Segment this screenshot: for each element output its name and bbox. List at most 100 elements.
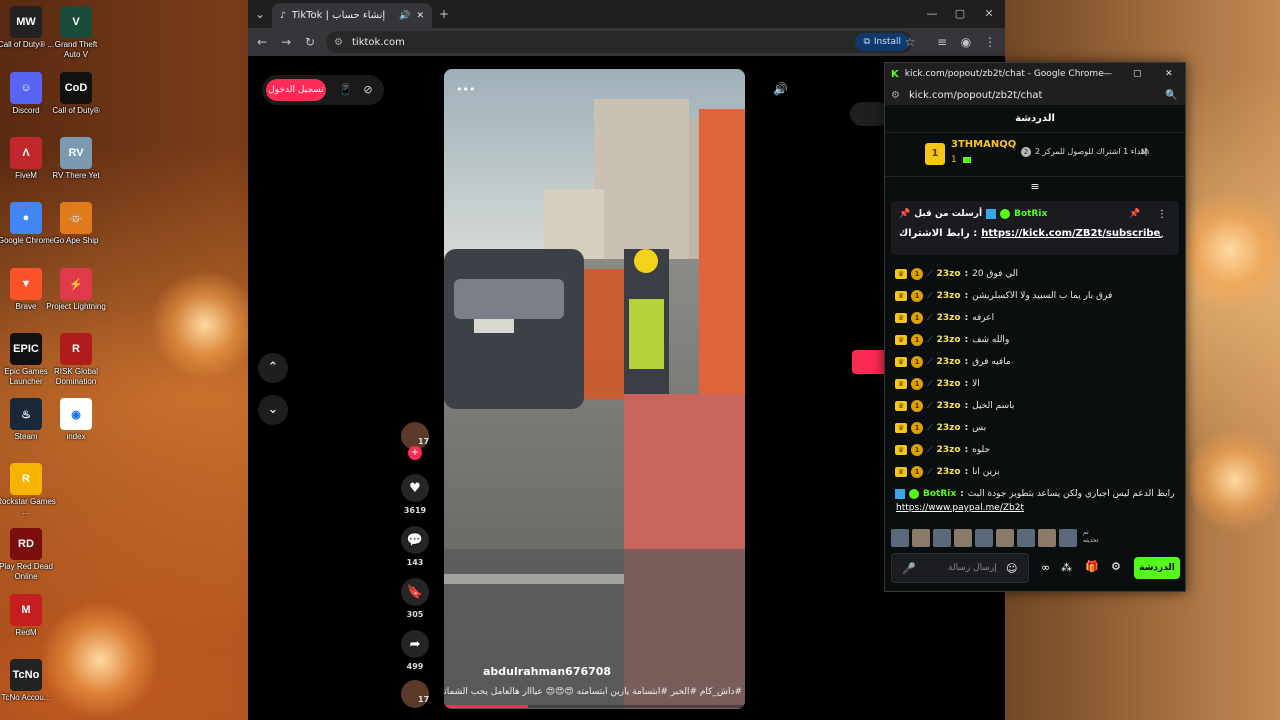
leader-name[interactable]: 3THMANQQ bbox=[951, 139, 1016, 150]
desktop-icon[interactable]: RD Play Red Dead Online bbox=[0, 528, 56, 582]
video-player[interactable]: ••• abdulrahman676708 #داش_كام #الخبر #ا… bbox=[444, 69, 745, 709]
chat-username[interactable]: 23zo bbox=[937, 335, 961, 345]
app-icon: ♨ bbox=[10, 398, 42, 430]
video-username[interactable]: abdulrahman676708 bbox=[483, 665, 611, 678]
pinned-user[interactable]: BotRix bbox=[1014, 209, 1047, 219]
back-icon[interactable]: ← bbox=[254, 34, 270, 50]
desktop-icon[interactable]: R RISK Global Domination bbox=[46, 333, 106, 387]
comment-action[interactable]: 💬 143 bbox=[400, 526, 430, 567]
next-creator-avatar[interactable]: 17 bbox=[400, 680, 430, 712]
chat-send-button[interactable]: الدردشة bbox=[1134, 557, 1180, 579]
creator-avatar[interactable]: 17 + bbox=[400, 422, 430, 460]
chat-message-input[interactable]: 🎤 إرسال رسالة ☺ bbox=[891, 553, 1029, 583]
desktop-icon[interactable]: V Grand Theft Auto V bbox=[46, 6, 106, 60]
follow-plus-icon[interactable]: + bbox=[408, 446, 422, 460]
chat-username[interactable]: 23zo bbox=[937, 467, 961, 477]
desktop-icon[interactable]: RV RV There Yet bbox=[46, 137, 106, 181]
next-video-button[interactable]: ⌄ bbox=[258, 395, 288, 425]
viewer-avatar[interactable] bbox=[933, 529, 951, 547]
close-button[interactable]: ✕ bbox=[975, 4, 1003, 24]
chat-username[interactable]: 23zo bbox=[937, 291, 961, 301]
expand-chevron-icon[interactable]: ⌄ bbox=[1157, 230, 1165, 241]
desktop-icon[interactable]: ◉ index bbox=[46, 398, 106, 442]
tab-search-icon[interactable]: ⌄ bbox=[252, 6, 268, 22]
bot-link[interactable]: https://www.paypal.me/Zb2t bbox=[896, 503, 1024, 513]
compass-icon[interactable]: ⊘ bbox=[360, 82, 376, 98]
menu-icon[interactable]: ⋮ bbox=[982, 34, 998, 50]
share-action[interactable]: ➦ 499 bbox=[400, 630, 430, 671]
video-more-icon[interactable]: ••• bbox=[456, 83, 475, 96]
settings-gear-icon[interactable]: ⚙ bbox=[1111, 560, 1121, 573]
login-button[interactable]: تسجيل الدخول bbox=[266, 79, 326, 101]
previous-video-button[interactable]: ⌃ bbox=[258, 353, 288, 383]
filter-icon[interactable]: ≡ bbox=[1028, 181, 1042, 193]
chat-text: بزين انا bbox=[972, 467, 1000, 477]
unpin-icon[interactable]: 📌 bbox=[1129, 209, 1140, 219]
mic-icon[interactable]: 🎤 bbox=[902, 562, 916, 575]
viewer-avatar[interactable] bbox=[996, 529, 1014, 547]
profile-icon[interactable]: ◉ bbox=[958, 34, 974, 50]
viewer-avatar[interactable] bbox=[912, 529, 930, 547]
tab-close-icon[interactable]: ✕ bbox=[416, 11, 424, 21]
shapes-icon[interactable]: ⁂ bbox=[1061, 561, 1072, 574]
tab-tiktok[interactable]: ♪ TikTok | إنشاء حساب 🔊 ✕ bbox=[272, 3, 432, 28]
kick-maximize-button[interactable]: ▢ bbox=[1133, 69, 1142, 79]
kick-minimize-button[interactable]: — bbox=[1103, 69, 1112, 79]
heart-icon[interactable]: ♥ bbox=[401, 474, 429, 502]
chat-username[interactable]: 23zo bbox=[937, 269, 961, 279]
signup-partial-button[interactable] bbox=[852, 350, 888, 374]
viewer-avatar[interactable] bbox=[975, 529, 993, 547]
kick-zoom-icon[interactable]: 🔍 bbox=[1165, 90, 1177, 101]
kick-close-button[interactable]: ✕ bbox=[1165, 69, 1173, 79]
infinity-icon[interactable]: ∞ bbox=[1041, 561, 1050, 574]
pinned-menu-icon[interactable]: ⋮ bbox=[1157, 209, 1167, 220]
viewer-avatar[interactable] bbox=[1017, 529, 1035, 547]
desktop-icon[interactable]: CoD Call of Duty® bbox=[46, 72, 106, 116]
app-icon: ● bbox=[10, 202, 42, 234]
save-action[interactable]: 🔖 305 bbox=[400, 578, 430, 619]
video-progress-track[interactable] bbox=[444, 705, 745, 708]
chat-text: حلوه bbox=[972, 445, 991, 455]
minimize-button[interactable]: — bbox=[918, 4, 946, 24]
desktop-icon[interactable]: ⚡ Project Lightning bbox=[46, 268, 106, 312]
gift-box-icon[interactable]: 🎁 bbox=[1085, 560, 1099, 573]
chat-username[interactable]: 23zo bbox=[937, 379, 961, 389]
tab-audio-icon[interactable]: 🔊 bbox=[399, 11, 410, 21]
share-icon[interactable]: ➦ bbox=[401, 630, 429, 658]
desktop-icon-label: RISK Global Domination bbox=[53, 367, 99, 386]
app-icon: R bbox=[60, 333, 92, 365]
site-info-icon[interactable]: ⚙ bbox=[334, 37, 343, 48]
kick-address-bar[interactable]: ⚙ kick.com/popout/zb2t/chat 🔍 bbox=[885, 85, 1185, 105]
viewer-avatar[interactable] bbox=[954, 529, 972, 547]
viewer-avatar[interactable] bbox=[891, 529, 909, 547]
chat-username[interactable]: 23zo bbox=[937, 401, 961, 411]
chat-username[interactable]: 23zo bbox=[937, 357, 961, 367]
desktop-icon[interactable]: R Rockstar Games ... bbox=[0, 463, 56, 517]
media-control-icon[interactable]: ≡ bbox=[934, 34, 950, 50]
bot-colon: : bbox=[960, 489, 964, 499]
chat-colon: : bbox=[964, 313, 969, 323]
new-tab-button[interactable]: + bbox=[436, 6, 452, 22]
comment-icon[interactable]: 💬 bbox=[401, 526, 429, 554]
bookmark-star-icon[interactable]: ☆ bbox=[902, 34, 918, 50]
viewer-avatar[interactable] bbox=[1059, 529, 1077, 547]
maximize-button[interactable]: ▢ bbox=[946, 4, 974, 24]
bookmark-icon[interactable]: 🔖 bbox=[401, 578, 429, 606]
reload-icon[interactable]: ↻ bbox=[302, 34, 318, 50]
chat-username[interactable]: 23zo bbox=[937, 445, 961, 455]
address-bar[interactable]: ⚙ tiktok.com ⧉ Install bbox=[326, 31, 913, 53]
chat-username[interactable]: 23zo bbox=[937, 313, 961, 323]
desktop-icon[interactable]: M RedM bbox=[0, 594, 56, 638]
desktop-icon[interactable]: TcNo TcNo Accou... bbox=[0, 659, 56, 703]
pinned-link[interactable]: https://kick.com/ZB2t/subscribe bbox=[981, 228, 1160, 239]
install-button[interactable]: ⧉ Install bbox=[855, 33, 909, 51]
volume-icon[interactable]: 🔊 bbox=[773, 82, 788, 96]
emoji-icon[interactable]: ☺ bbox=[1006, 562, 1017, 575]
desktop-icon[interactable]: 🐵 Go Ape Ship bbox=[46, 202, 106, 246]
forward-icon[interactable]: → bbox=[278, 34, 294, 50]
viewer-avatar[interactable] bbox=[1038, 529, 1056, 547]
bot-username[interactable]: BotRix bbox=[923, 489, 956, 499]
phone-icon[interactable]: 📱 bbox=[338, 82, 354, 98]
chat-username[interactable]: 23zo bbox=[937, 423, 961, 433]
like-action[interactable]: ♥ 3619 bbox=[400, 474, 430, 515]
